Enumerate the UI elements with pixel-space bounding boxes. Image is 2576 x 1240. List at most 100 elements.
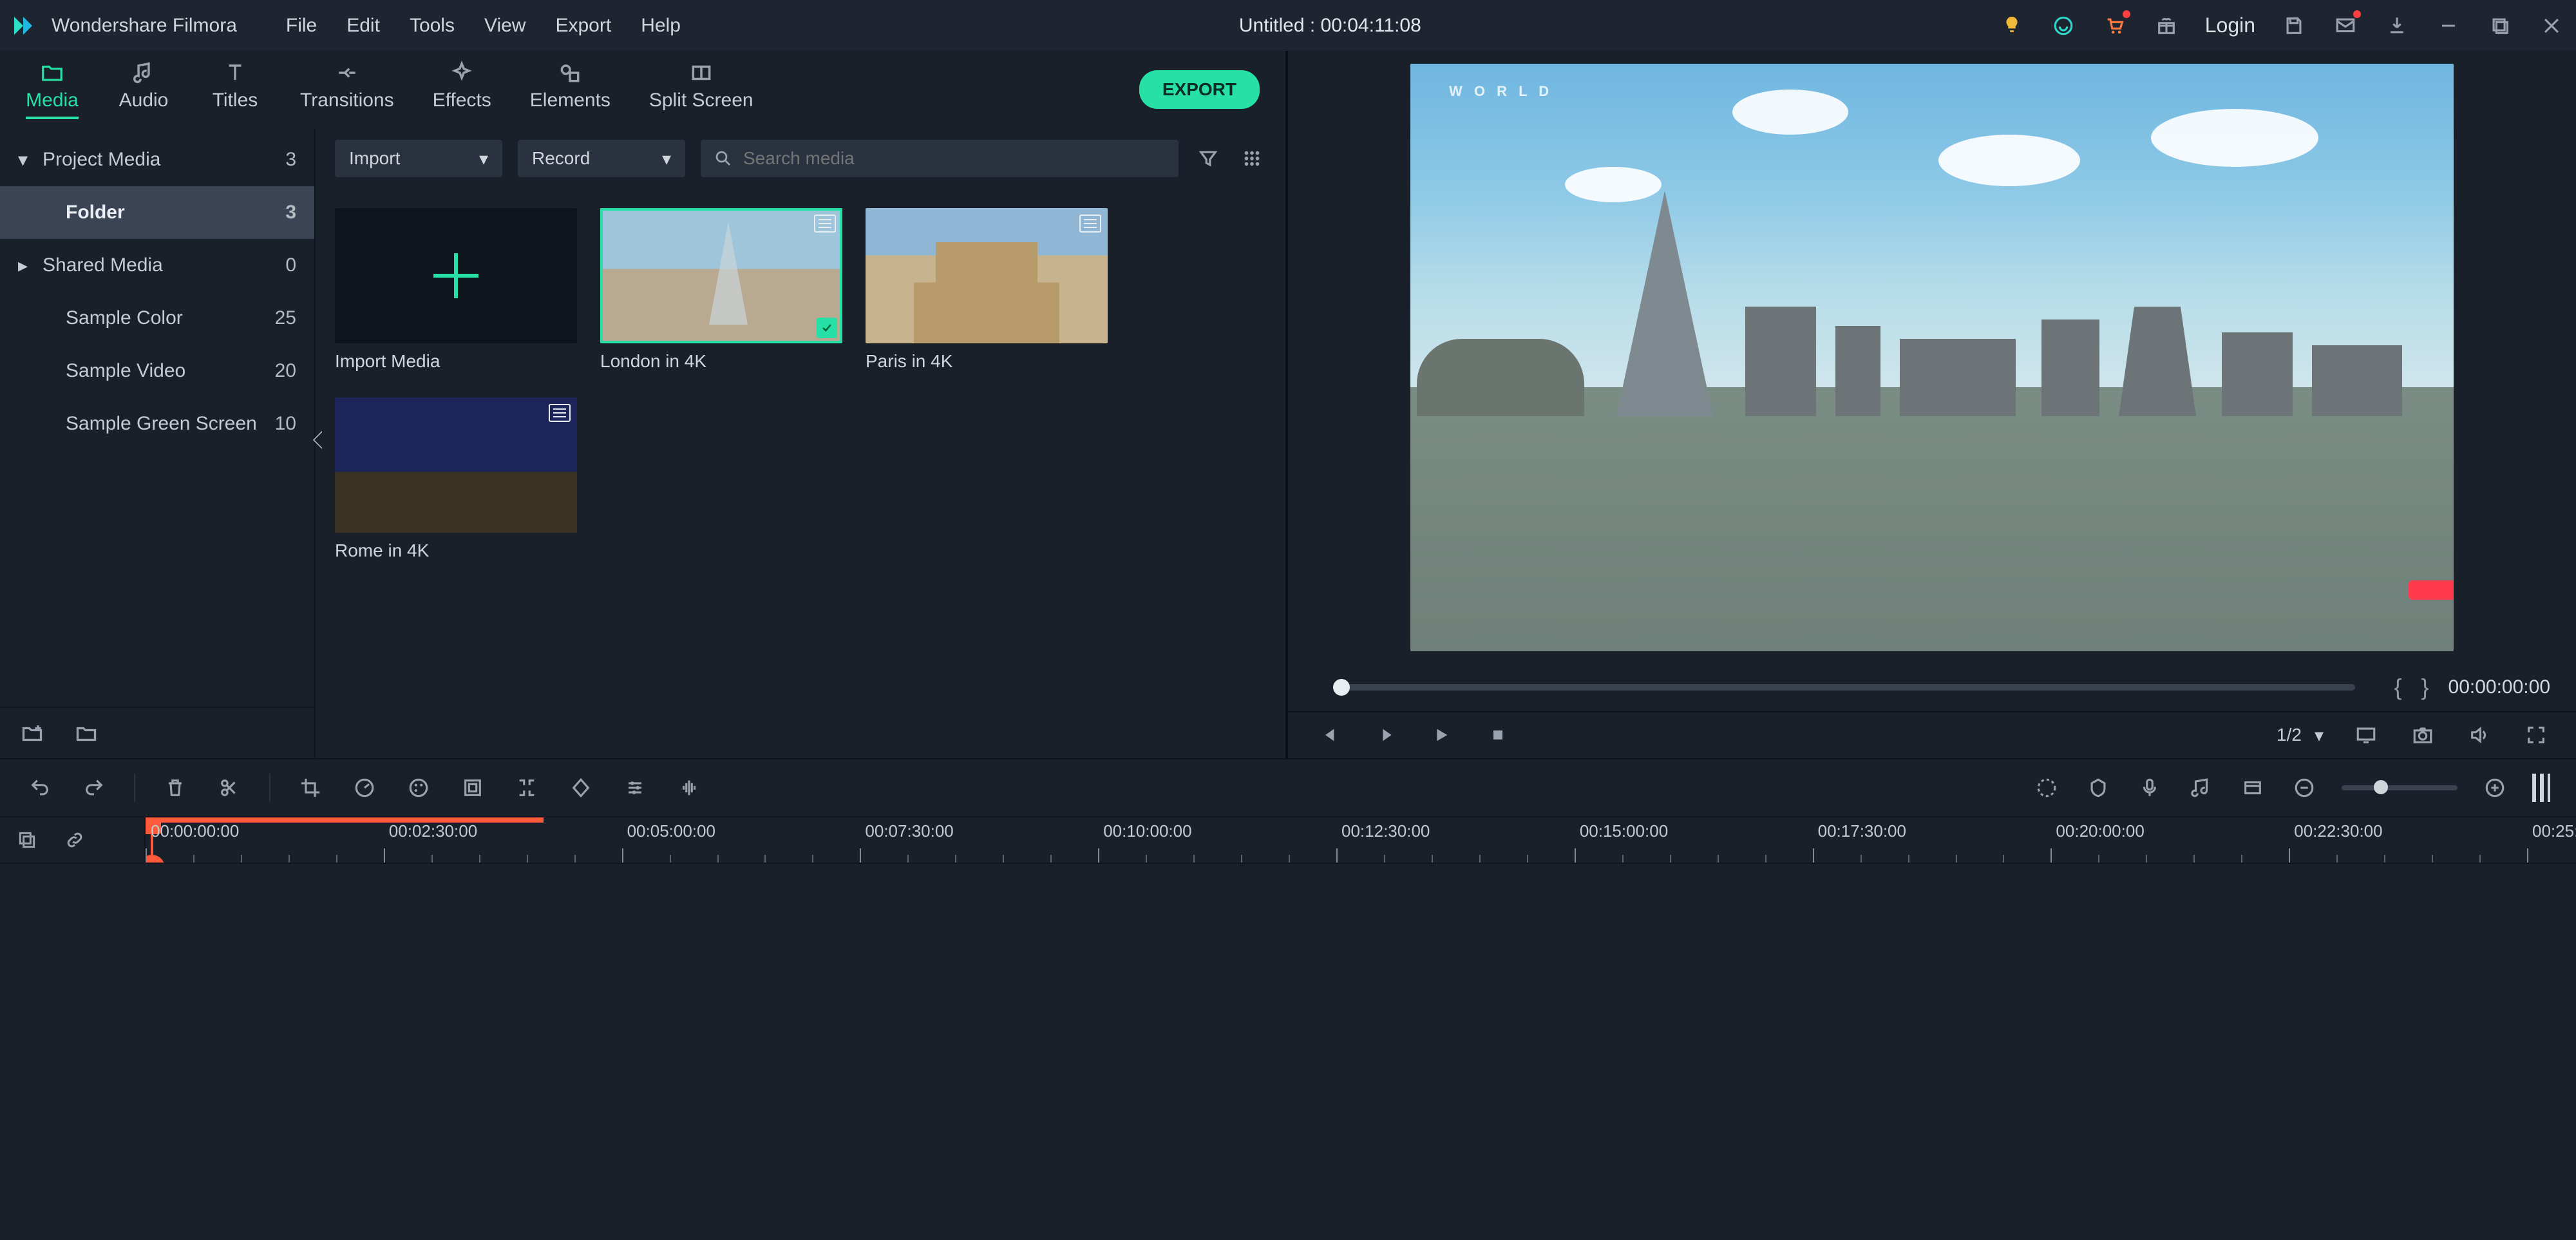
support-icon[interactable] (2050, 13, 2076, 39)
redo-button[interactable] (80, 774, 108, 802)
menu-export[interactable]: Export (549, 11, 618, 41)
green-screen-button[interactable] (459, 774, 487, 802)
media-card-london[interactable]: London in 4K (600, 208, 842, 372)
sidebar-collapse-handle[interactable] (314, 431, 323, 449)
zoom-fit-button[interactable] (2532, 774, 2550, 802)
combo-label: Import (349, 148, 400, 169)
card-label: Paris in 4K (866, 343, 1108, 372)
tab-split-screen[interactable]: Split Screen (649, 60, 753, 119)
menu-tools[interactable]: Tools (403, 11, 461, 41)
play-button[interactable] (1427, 721, 1455, 749)
preview-quality-dropdown[interactable]: 1/2 ▾ (2277, 725, 2324, 746)
ruler-major-tick: 00:10:00:00 (1098, 817, 1191, 863)
zoom-slider[interactable] (2342, 785, 2458, 790)
menu-edit[interactable]: Edit (340, 11, 386, 41)
zoom-in-button[interactable] (2481, 774, 2509, 802)
combo-label: Record (532, 148, 590, 169)
mark-out-button[interactable]: } (2421, 674, 2429, 701)
folder-icon[interactable] (72, 719, 100, 747)
duplicate-icon[interactable] (13, 826, 41, 854)
search-input[interactable] (743, 148, 1166, 169)
motion-track-button[interactable] (513, 774, 541, 802)
tab-audio[interactable]: Audio (117, 60, 170, 119)
audio-sync-icon[interactable] (2187, 774, 2215, 802)
fullscreen-icon[interactable] (2522, 721, 2550, 749)
media-card-paris[interactable]: Paris in 4K (866, 208, 1108, 372)
import-media-tile[interactable]: Import Media (335, 208, 577, 372)
crop-button[interactable] (296, 774, 325, 802)
link-icon[interactable] (61, 826, 89, 854)
sidebar-item-shared-media[interactable]: ▸ Shared Media 0 (0, 239, 314, 292)
record-dropdown[interactable]: Record ▾ (518, 140, 685, 177)
text-icon (222, 60, 248, 86)
chevron-down-icon: ▾ (2315, 725, 2324, 746)
volume-icon[interactable] (2465, 721, 2494, 749)
folder-icon (39, 60, 65, 86)
ratio-label: 1/2 (2277, 725, 2302, 745)
split-button[interactable] (215, 774, 243, 802)
undo-button[interactable] (26, 774, 54, 802)
render-icon[interactable] (2239, 774, 2267, 802)
close-icon[interactable] (2539, 13, 2564, 39)
menu-view[interactable]: View (478, 11, 532, 41)
search-icon (714, 149, 733, 168)
tab-label: Effects (433, 90, 491, 111)
ruler-major-tick: 00:02:30:00 (384, 817, 477, 863)
sidebar-item-sample-color[interactable]: Sample Color 25 (0, 292, 314, 345)
seek-bar-row: { } 00:00:00:00 (1288, 664, 2576, 711)
voiceover-icon[interactable] (2136, 774, 2164, 802)
tab-transitions[interactable]: Transitions (300, 60, 394, 119)
mark-in-button[interactable]: { (2394, 674, 2401, 701)
keyframe-button[interactable] (567, 774, 595, 802)
import-dropdown[interactable]: Import ▾ (335, 140, 502, 177)
sidebar-item-sample-video[interactable]: Sample Video 20 (0, 345, 314, 397)
sidebar-item-folder[interactable]: Folder 3 (0, 186, 314, 239)
chevron-down-icon: ▾ (453, 148, 488, 169)
seek-slider[interactable] (1333, 684, 2355, 691)
grid-view-icon[interactable] (1238, 144, 1266, 173)
snapshot-icon[interactable] (2409, 721, 2437, 749)
tips-icon[interactable] (1999, 13, 2025, 39)
search-media[interactable] (701, 140, 1179, 177)
login-button[interactable]: Login (2205, 14, 2255, 37)
color-button[interactable] (404, 774, 433, 802)
filter-icon[interactable] (1194, 144, 1222, 173)
media-card-rome[interactable]: Rome in 4K (335, 397, 577, 561)
marker-icon[interactable] (2084, 774, 2112, 802)
tab-effects[interactable]: Effects (433, 60, 491, 119)
minimize-icon[interactable] (2436, 13, 2461, 39)
gift-icon[interactable] (2154, 13, 2179, 39)
split-icon (688, 60, 714, 86)
play-pause-button[interactable] (1370, 721, 1399, 749)
tab-media[interactable]: Media (26, 60, 79, 119)
new-folder-icon[interactable] (18, 719, 46, 747)
sidebar-count: 25 (275, 307, 296, 329)
speed-button[interactable] (350, 774, 379, 802)
stop-button[interactable] (1484, 721, 1512, 749)
message-icon[interactable] (2333, 13, 2358, 39)
maximize-icon[interactable] (2487, 13, 2513, 39)
cart-icon[interactable] (2102, 13, 2128, 39)
app-logo (12, 14, 35, 37)
preview-timecode: 00:00:00:00 (2448, 676, 2550, 698)
save-icon[interactable] (2281, 13, 2307, 39)
audio-levels-button[interactable] (675, 774, 703, 802)
sidebar-item-project-media[interactable]: ▾ Project Media 3 (0, 133, 314, 186)
sidebar-count: 0 (285, 254, 296, 276)
tab-titles[interactable]: Titles (209, 60, 261, 119)
display-icon[interactable] (2352, 721, 2380, 749)
time-ruler[interactable]: 00:00:00:0000:02:30:0000:05:00:0000:07:3… (146, 817, 2576, 863)
export-button[interactable]: EXPORT (1139, 70, 1260, 109)
delete-button[interactable] (161, 774, 189, 802)
download-icon[interactable] (2384, 13, 2410, 39)
menu-file[interactable]: File (279, 11, 323, 41)
zoom-out-button[interactable] (2290, 774, 2318, 802)
adjust-button[interactable] (621, 774, 649, 802)
timeline-toolbar (0, 759, 2576, 817)
mixer-icon[interactable] (2032, 774, 2061, 802)
menu-help[interactable]: Help (634, 11, 687, 41)
music-icon (131, 60, 156, 86)
sidebar-item-sample-green[interactable]: Sample Green Screen 10 (0, 397, 314, 450)
prev-frame-button[interactable] (1314, 721, 1342, 749)
tab-elements[interactable]: Elements (530, 60, 611, 119)
